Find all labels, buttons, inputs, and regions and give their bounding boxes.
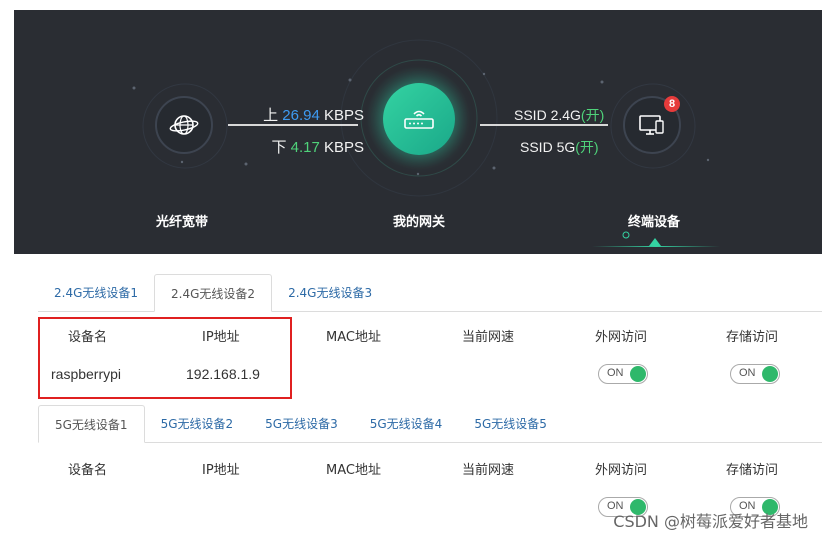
gateway-label: 我的网关 xyxy=(393,215,446,230)
tab-24g-device-1[interactable]: 2.4G无线设备1 xyxy=(38,274,154,312)
devices-icon xyxy=(639,115,664,135)
header-speed-5g: 当前网速 xyxy=(462,463,515,478)
tabs-5g: 5G无线设备1 5G无线设备2 5G无线设备3 5G无线设备4 5G无线设备5 xyxy=(38,405,563,443)
header-ip-5g: IP地址 xyxy=(202,463,240,478)
tab-5g-device-3[interactable]: 5G无线设备3 xyxy=(249,405,354,443)
active-indicator-caret xyxy=(649,238,661,246)
ssid-24g-status: SSID 2.4G(开) xyxy=(514,107,605,123)
tab-24g-device-3[interactable]: 2.4G无线设备3 xyxy=(272,274,388,312)
network-overview-panel: 上 26.94 KBPS 下 4.17 KBPS SSID 2.4G(开) SS… xyxy=(14,10,822,254)
download-speed-value: 4.17 xyxy=(290,139,320,156)
header-storage-access-5g: 存储访问 xyxy=(726,463,779,478)
tab-24g-device-2[interactable]: 2.4G无线设备2 xyxy=(154,274,273,312)
ssid-5g-status: SSID 5G(开) xyxy=(520,139,599,155)
tab-5g-device-4[interactable]: 5G无线设备4 xyxy=(354,405,459,443)
internet-access-toggle[interactable]: ON xyxy=(598,364,648,384)
gateway-node[interactable] xyxy=(383,83,455,155)
tab-5g-device-2[interactable]: 5G无线设备2 xyxy=(145,405,250,443)
tab-5g-device-5[interactable]: 5G无线设备5 xyxy=(458,405,563,443)
broadband-node[interactable] xyxy=(155,96,213,154)
router-icon xyxy=(404,110,434,129)
toggle-knob xyxy=(630,366,646,382)
tab-5g-device-1[interactable]: 5G无线设备1 xyxy=(38,405,145,443)
tabs-24g: 2.4G无线设备1 2.4G无线设备2 2.4G无线设备3 xyxy=(38,274,388,312)
broadband-label: 光纤宽带 xyxy=(156,215,209,230)
active-indicator-line xyxy=(592,246,720,247)
device-count-badge: 8 xyxy=(664,96,680,112)
header-device-name-5g: 设备名 xyxy=(68,463,108,478)
toggle-knob xyxy=(762,366,778,382)
download-speed: 下 4.17 KBPS xyxy=(271,139,364,156)
header-mac-5g: MAC地址 xyxy=(326,463,381,478)
watermark: CSDN @树莓派爱好者基地 xyxy=(613,512,808,531)
globe-icon xyxy=(169,115,199,135)
header-internet-access-5g: 外网访问 xyxy=(595,463,648,478)
terminal-label[interactable]: 终端设备 xyxy=(628,211,680,230)
header-internet-access: 外网访问 xyxy=(595,330,648,345)
header-storage-access: 存储访问 xyxy=(726,330,779,345)
storage-access-toggle[interactable]: ON xyxy=(730,364,780,384)
upload-speed-value: 26.94 xyxy=(282,107,320,124)
header-mac: MAC地址 xyxy=(326,330,381,345)
upload-speed: 上 26.94 KBPS xyxy=(263,107,364,124)
highlight-box xyxy=(38,317,292,399)
header-speed: 当前网速 xyxy=(462,330,515,345)
